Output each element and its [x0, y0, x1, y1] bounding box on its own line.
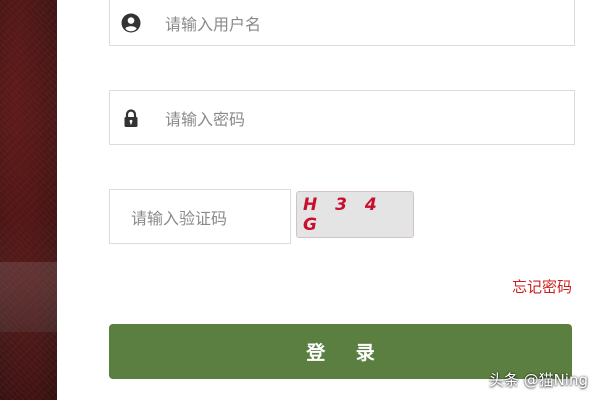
- captcha-input[interactable]: 请输入验证码: [109, 189, 291, 244]
- username-field[interactable]: 请输入用户名: [109, 0, 575, 46]
- username-placeholder: 请输入用户名: [165, 15, 262, 34]
- captcha-placeholder: 请输入验证码: [131, 208, 228, 228]
- background-image-panel: [0, 0, 57, 400]
- login-page: 请输入用户名 请输入密码 请输入验证码 H 3 4 G 忘记密码 登 录 头条 …: [0, 0, 600, 400]
- watermark: 头条 @猫Ning: [488, 371, 588, 389]
- login-button-label: 登 录: [306, 342, 387, 364]
- password-field[interactable]: 请输入密码: [109, 90, 575, 145]
- captcha-image[interactable]: H 3 4 G: [296, 191, 414, 238]
- background-band: [0, 262, 57, 332]
- password-placeholder: 请输入密码: [165, 109, 246, 129]
- lock-icon: [121, 108, 141, 128]
- forgot-password-link[interactable]: 忘记密码: [512, 276, 572, 297]
- user-circle-icon: [121, 13, 141, 33]
- captcha-code: H 3 4 G: [303, 194, 383, 235]
